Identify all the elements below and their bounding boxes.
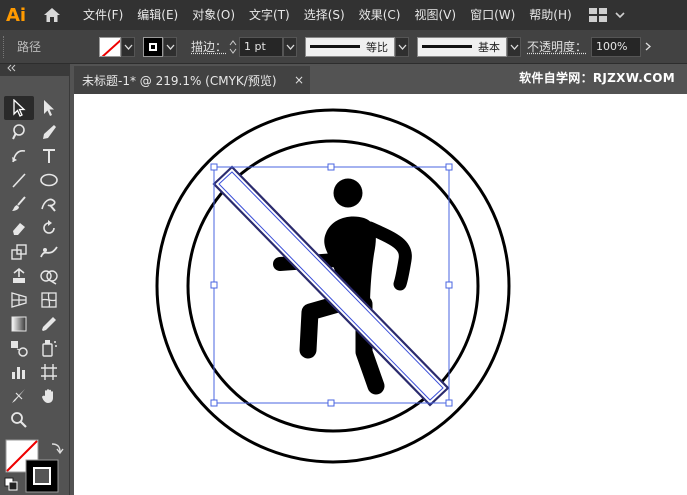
stroke-weight-stepper[interactable] <box>227 37 239 57</box>
eraser-tool-icon[interactable] <box>4 216 34 240</box>
home-icon[interactable] <box>32 0 72 30</box>
perspective-grid-tool-icon[interactable] <box>4 288 34 312</box>
stroke-color-box[interactable] <box>25 459 59 493</box>
menu-window[interactable]: 窗口(W) <box>463 0 522 30</box>
brush-dropdown[interactable] <box>507 36 522 57</box>
handle-top-center[interactable] <box>327 163 335 171</box>
handle-bottom-center[interactable] <box>327 399 335 407</box>
menu-items: 文件(F) 编辑(E) 对象(O) 文字(T) 选择(S) 效果(C) 视图(V… <box>76 0 579 30</box>
menu-select[interactable]: 选择(S) <box>297 0 352 30</box>
artboard-tool-icon[interactable] <box>34 360 64 384</box>
stroke-weight-input[interactable]: 1 pt <box>239 36 284 57</box>
tool-grid <box>4 96 64 432</box>
type-tool-icon[interactable] <box>34 144 64 168</box>
profile-preview <box>310 45 361 48</box>
column-graph-tool-icon[interactable] <box>4 360 34 384</box>
line-tool-icon[interactable] <box>4 168 34 192</box>
default-fill-stroke-icon[interactable] <box>4 477 18 491</box>
fill-stroke-controls <box>4 438 66 494</box>
prohibition-slash[interactable] <box>212 165 450 407</box>
handle-top-left[interactable] <box>210 163 218 171</box>
handle-middle-right[interactable] <box>445 281 453 289</box>
chevron-right-icon <box>645 42 652 51</box>
opacity-label[interactable]: 不透明度： <box>527 38 587 55</box>
slice-tool-icon[interactable] <box>4 384 34 408</box>
menu-type[interactable]: 文字(T) <box>242 0 297 30</box>
artwork <box>155 108 511 464</box>
stroke-swatch-inner <box>149 42 157 51</box>
ellipse-tool-icon[interactable] <box>34 168 64 192</box>
stroke-weight-label[interactable]: 描边： <box>191 38 227 55</box>
chevron-down-icon <box>286 44 295 50</box>
menu-help[interactable]: 帮助(H) <box>522 0 578 30</box>
double-chevron-left-icon <box>7 64 16 72</box>
workspace-switcher[interactable] <box>588 0 627 30</box>
app-logo: Ai <box>5 4 27 26</box>
handle-top-right[interactable] <box>445 163 453 171</box>
rotate-tool-icon[interactable] <box>34 216 64 240</box>
chevron-down-icon <box>615 12 625 19</box>
menu-effect[interactable]: 效果(C) <box>352 0 408 30</box>
opacity-input[interactable]: 100% <box>591 36 642 57</box>
profile-dropdown[interactable] <box>395 36 410 57</box>
menu-edit[interactable]: 编辑(E) <box>130 0 185 30</box>
stroke-weight-dropdown[interactable] <box>283 36 298 57</box>
artboard-canvas[interactable] <box>74 94 687 495</box>
document-tab-title: 未标题-1* @ 219.1% (CMYK/预览) <box>82 73 277 88</box>
symbol-sprayer-tool-icon[interactable] <box>34 336 64 360</box>
mesh-tool-icon[interactable] <box>34 288 64 312</box>
stroke-dropdown[interactable] <box>163 36 177 57</box>
shape-builder-tool-icon[interactable] <box>34 264 64 288</box>
menu-bar: Ai 文件(F) 编辑(E) 对象(O) 文字(T) 选择(S) 效果(C) 视… <box>0 0 687 30</box>
close-icon[interactable]: × <box>294 66 304 94</box>
variable-width-profile[interactable]: 等比 <box>305 36 396 57</box>
tools-panel-collapse[interactable] <box>0 64 69 76</box>
blend-tool-icon[interactable] <box>4 336 34 360</box>
scale-tool-icon[interactable] <box>4 240 34 264</box>
swap-fill-stroke-icon[interactable] <box>51 443 64 455</box>
hand-tool-icon[interactable] <box>34 384 64 408</box>
chevron-down-icon <box>124 44 132 50</box>
profile-label: 等比 <box>366 40 389 54</box>
control-bar: 路径 描边： 1 pt 等比 基本 不透明度： 100% <box>0 30 687 64</box>
curvature-tool-icon[interactable] <box>4 144 34 168</box>
watermark-text: 软件自学网：RJZXW.COM <box>519 71 675 85</box>
document-tab-bar: 未标题-1* @ 219.1% (CMYK/预览) × 软件自学网：RJZXW.… <box>70 64 687 94</box>
magic-wand-tool-icon[interactable] <box>4 120 34 144</box>
zoom-tool-icon[interactable] <box>4 408 34 432</box>
gradient-tool-icon[interactable] <box>4 312 34 336</box>
handle-bottom-right[interactable] <box>445 399 453 407</box>
menu-object[interactable]: 对象(O) <box>185 0 242 30</box>
brush-preview <box>422 45 473 48</box>
free-transform-tool-icon[interactable] <box>4 264 34 288</box>
stroke-swatch[interactable] <box>143 36 163 57</box>
menu-file[interactable]: 文件(F) <box>76 0 130 30</box>
brush-definition[interactable]: 基本 <box>417 36 508 57</box>
fill-dropdown[interactable] <box>121 36 135 57</box>
menu-view[interactable]: 视图(V) <box>407 0 463 30</box>
shaper-tool-icon[interactable] <box>34 192 64 216</box>
eyedropper-tool-icon[interactable] <box>34 312 64 336</box>
handle-bottom-left[interactable] <box>210 399 218 407</box>
brush-label: 基本 <box>478 40 501 54</box>
pen-tool-icon[interactable] <box>34 120 64 144</box>
opacity-flyout[interactable] <box>641 37 655 57</box>
direct-selection-tool-icon[interactable] <box>34 96 64 120</box>
tools-panel <box>0 64 70 495</box>
document-tab[interactable]: 未标题-1* @ 219.1% (CMYK/预览) × <box>74 66 310 94</box>
chevron-down-icon <box>398 44 407 50</box>
chevron-down-icon <box>166 44 174 50</box>
selection-type-label: 路径 <box>17 40 42 54</box>
chevron-down-icon <box>510 44 519 50</box>
puppet-warp-tool-icon[interactable] <box>34 240 64 264</box>
workspace-grid-icon <box>588 8 607 22</box>
paintbrush-tool-icon[interactable] <box>4 192 34 216</box>
handle-middle-left[interactable] <box>210 281 218 289</box>
selection-tool-icon[interactable] <box>4 96 34 120</box>
fill-swatch[interactable] <box>99 36 121 57</box>
